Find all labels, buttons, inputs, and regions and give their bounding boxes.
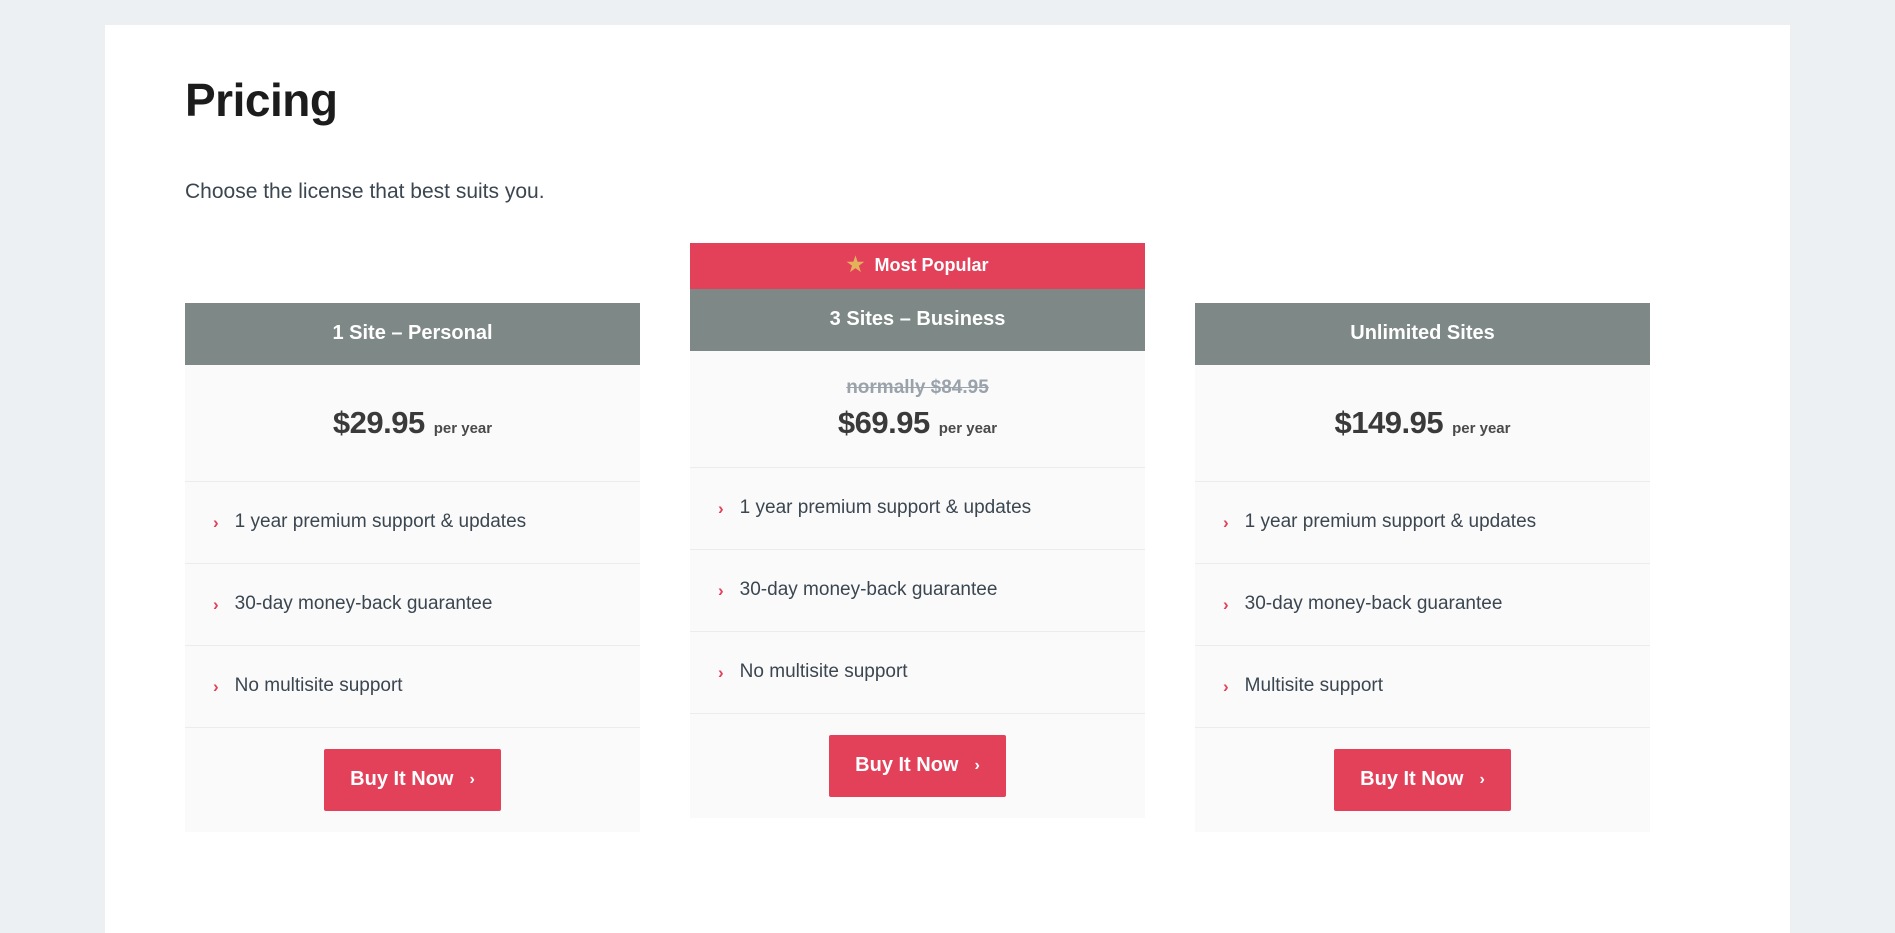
plan-price: $149.95 [1334,404,1444,440]
plan-price-period: per year [938,419,998,437]
chevron-right-icon: › [1223,594,1229,614]
plan-feature-item: › 1 year premium support & updates [1195,482,1650,564]
plan-feature-list: › 1 year premium support & updates › 30-… [185,482,640,728]
plan-feature-item: › 30-day money-back guarantee [185,564,640,646]
buy-it-now-button[interactable]: Buy It Now › [1334,748,1511,811]
plan-price-box: $29.95 per year [185,364,640,482]
pricing-card-personal[interactable]: 1 Site – Personal $29.95 per year › 1 ye… [185,302,640,832]
plan-feature-label: 30-day money-back guarantee [1244,593,1503,615]
page-subtitle: Choose the license that best suits you. [185,179,545,203]
chevron-right-icon: › [213,512,219,532]
chevron-right-icon: › [718,580,724,600]
buy-button-label: Buy It Now [350,768,454,791]
plan-price-period: per year [1452,419,1511,437]
chevron-right-icon: › [1223,512,1229,532]
plan-feature-label: No multisite support [234,675,403,697]
plan-feature-list: › 1 year premium support & updates › 30-… [1195,482,1650,728]
plan-title: 3 Sites – Business [690,288,1145,351]
plan-cta-box: Buy It Now › [690,713,1145,818]
plan-feature-label: 1 year premium support & updates [1244,511,1537,533]
plan-price-period: per year [433,419,493,437]
plan-old-price: normally $84.95 [846,376,989,398]
plan-feature-item: › 1 year premium support & updates [185,482,640,564]
chevron-right-icon: › [213,594,219,614]
plan-feature-label: 1 year premium support & updates [234,511,527,533]
plan-price: $29.95 [332,404,425,440]
plan-feature-item: › 30-day money-back guarantee [1195,564,1650,646]
buy-button-label: Buy It Now [855,754,959,777]
plan-feature-item: › No multisite support [185,646,640,728]
plan-price-box: normally $84.95 $69.95 per year [690,350,1145,468]
buy-button-label: Buy It Now [1360,768,1464,791]
plan-feature-label: Multisite support [1244,675,1384,697]
plan-price: $69.95 [837,404,930,440]
plan-feature-label: 30-day money-back guarantee [739,579,998,601]
page-title: Pricing [185,74,338,126]
chevron-right-icon: › [1223,676,1229,696]
chevron-right-icon: › [718,662,724,682]
plan-cta-box: Buy It Now › [1195,727,1650,832]
plan-title: 1 Site – Personal [185,302,640,365]
plan-feature-label: No multisite support [739,661,908,683]
plan-feature-item: › Multisite support [1195,646,1650,728]
chevron-right-icon: › [718,498,724,518]
pricing-card-unlimited[interactable]: Unlimited Sites $149.95 per year › 1 yea… [1195,302,1650,832]
plan-feature-label: 30-day money-back guarantee [234,593,493,615]
most-popular-badge: ★ Most Popular [690,242,1145,289]
plan-cta-box: Buy It Now › [185,727,640,832]
plan-feature-item: › No multisite support [690,632,1145,714]
content-panel: Pricing Choose the license that best sui… [105,25,1790,933]
plan-feature-label: 1 year premium support & updates [739,497,1032,519]
plan-price-box: $149.95 per year [1195,364,1650,482]
arrow-right-icon: › [469,770,475,788]
star-icon: ★ [846,254,865,277]
plan-feature-list: › 1 year premium support & updates › 30-… [690,468,1145,714]
chevron-right-icon: › [213,676,219,696]
pricing-card-business[interactable]: ★ Most Popular 3 Sites – Business normal… [690,242,1145,818]
arrow-right-icon: › [974,756,980,774]
arrow-right-icon: › [1479,770,1485,788]
plan-feature-item: › 1 year premium support & updates [690,468,1145,550]
buy-it-now-button[interactable]: Buy It Now › [829,734,1006,797]
plan-feature-item: › 30-day money-back guarantee [690,550,1145,632]
pricing-plan-grid: 1 Site – Personal $29.95 per year › 1 ye… [185,242,1665,832]
buy-it-now-button[interactable]: Buy It Now › [324,748,501,811]
most-popular-label: Most Popular [874,255,989,276]
plan-title: Unlimited Sites [1195,302,1650,365]
